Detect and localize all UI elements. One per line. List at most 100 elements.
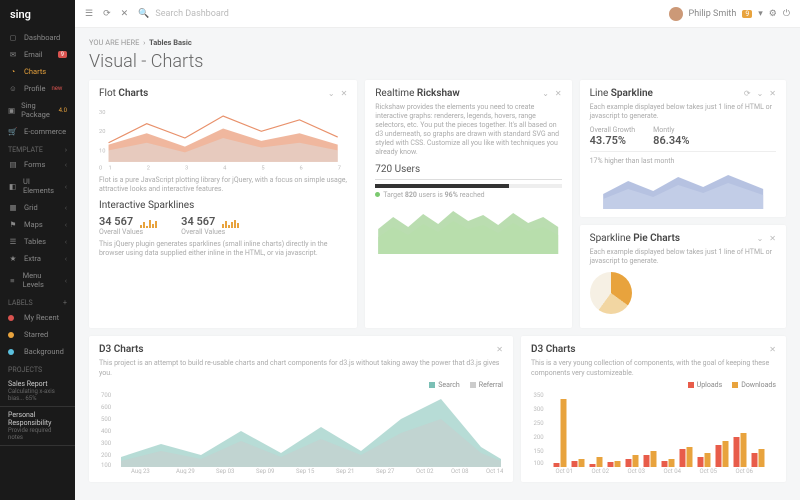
- label-background[interactable]: Background: [0, 343, 75, 360]
- chevron-icon: ‹: [65, 160, 67, 169]
- svg-text:Sep 15: Sep 15: [296, 468, 315, 474]
- svg-text:30: 30: [99, 110, 105, 116]
- svg-text:3: 3: [185, 166, 188, 172]
- sidebar-item-e-commerce[interactable]: 🛒E-commerce: [0, 123, 75, 140]
- svg-text:Aug 23: Aug 23: [131, 468, 150, 474]
- nav-section-labels: LABELS: [8, 299, 33, 307]
- progress-bar: [375, 184, 561, 188]
- svg-text:Oct 14: Oct 14: [486, 468, 503, 474]
- d3-left-card: D3 Charts✕ This project is an attempt to…: [89, 336, 513, 481]
- chevron-down-icon[interactable]: ▾: [758, 9, 763, 19]
- flot-chart: 3020100 1234567: [99, 103, 347, 173]
- avatar[interactable]: [669, 7, 683, 21]
- chevron-down-icon[interactable]: ⌄: [328, 89, 335, 98]
- chevron-icon: ‹: [65, 203, 67, 212]
- svg-text:200: 200: [534, 434, 545, 441]
- chevron-icon: ‹: [65, 254, 67, 263]
- add-icon[interactable]: +: [63, 299, 67, 307]
- refresh-icon[interactable]: ⟳: [744, 89, 751, 98]
- d3-area-chart: 700600500400300200100 Aug 23Aug 29Sep 03…: [99, 389, 503, 474]
- svg-text:Sep 03: Sep 03: [216, 468, 234, 474]
- pie-chart: [590, 272, 632, 314]
- svg-text:Oct 06: Oct 06: [736, 468, 754, 474]
- svg-text:200: 200: [101, 452, 112, 459]
- svg-text:1: 1: [109, 166, 112, 172]
- d3-bar-chart: 350300250200150100 Oct 01Oct 02Oct 03Oct…: [531, 389, 776, 474]
- svg-text:100: 100: [534, 460, 545, 467]
- breadcrumb: YOU ARE HERE › Tables Basic: [89, 38, 786, 47]
- svg-text:Oct 03: Oct 03: [628, 468, 645, 474]
- sidebar-item-profile[interactable]: ☺Profilenew: [0, 80, 75, 97]
- search-input[interactable]: Search Dashboard: [155, 9, 228, 19]
- page-title: Visual - Charts: [89, 51, 786, 72]
- project-item[interactable]: Sales ReportCalculating x-axis bias... 6…: [0, 376, 75, 407]
- refresh-icon[interactable]: ⟳: [103, 9, 111, 19]
- svg-text:0: 0: [99, 166, 102, 172]
- sidebar-item-charts[interactable]: ◔Charts: [0, 63, 75, 80]
- menu-icon[interactable]: ☰: [85, 9, 93, 19]
- close-icon[interactable]: ✕: [555, 89, 562, 98]
- chevron-down-icon[interactable]: ⌄: [757, 234, 764, 243]
- gear-icon[interactable]: ⚙: [769, 9, 777, 19]
- user-name[interactable]: Philip Smith: [689, 9, 737, 19]
- power-icon[interactable]: ⏻: [783, 9, 790, 19]
- collapse-icon[interactable]: ›: [65, 146, 67, 154]
- sidebar-item-forms[interactable]: ▤Forms‹: [0, 156, 75, 173]
- pie-card: Sparkline Pie Charts⌄✕ Each example disp…: [580, 225, 786, 328]
- svg-text:400: 400: [101, 428, 112, 435]
- svg-text:Oct 04: Oct 04: [664, 468, 682, 474]
- sidebar-item-ui-elements[interactable]: ◧UI Elements‹: [0, 173, 75, 199]
- close-icon[interactable]: ✕: [121, 9, 129, 19]
- user-badge: 9: [742, 10, 752, 18]
- close-icon[interactable]: ✕: [496, 345, 503, 354]
- sidebar-item-extra[interactable]: ★Extra‹: [0, 250, 75, 267]
- svg-text:350: 350: [534, 392, 545, 399]
- sidebar: sing ◻Dashboard✉Email9◔Charts☺Profilenew…: [0, 0, 75, 500]
- label-starred[interactable]: Starred: [0, 326, 75, 343]
- sidebar-item-dashboard[interactable]: ◻Dashboard: [0, 29, 75, 46]
- close-icon[interactable]: ✕: [769, 89, 776, 98]
- profile-icon: ☺: [8, 84, 18, 93]
- svg-text:10: 10: [99, 148, 105, 154]
- sparkline-1: [139, 215, 157, 228]
- sidebar-item-menu-levels[interactable]: ≡Menu Levels‹: [0, 267, 75, 293]
- sidebar-item-sing-package[interactable]: ▣Sing Package4.0: [0, 97, 75, 123]
- sidebar-item-maps[interactable]: ⚑Maps‹: [0, 216, 75, 233]
- topbar: ☰ ⟳ ✕ 🔍 Search Dashboard Philip Smith 9 …: [75, 0, 800, 28]
- svg-text:300: 300: [101, 440, 112, 447]
- svg-text:300: 300: [534, 406, 545, 413]
- svg-text:150: 150: [534, 448, 545, 455]
- sidebar-item-grid[interactable]: ▦Grid‹: [0, 199, 75, 216]
- sidebar-item-email[interactable]: ✉Email9: [0, 46, 75, 63]
- svg-text:20: 20: [99, 129, 105, 135]
- close-icon[interactable]: ✕: [769, 234, 776, 243]
- sidebar-item-tables[interactable]: ☰Tables‹: [0, 233, 75, 250]
- svg-text:Oct 08: Oct 08: [451, 468, 469, 474]
- chevron-down-icon[interactable]: ⌄: [542, 89, 549, 98]
- label-my-recent[interactable]: My Recent: [0, 309, 75, 326]
- svg-text:Oct 02: Oct 02: [416, 468, 434, 474]
- close-icon[interactable]: ✕: [341, 89, 348, 98]
- svg-text:7: 7: [338, 166, 341, 172]
- nav-section-projects: PROJECTS: [8, 366, 42, 374]
- sparkline-2: [221, 215, 239, 228]
- project-item[interactable]: Personal ResponsibilityProvide required …: [0, 407, 75, 446]
- users-count: 720 Users: [375, 164, 561, 180]
- svg-text:100: 100: [101, 462, 112, 469]
- rickshaw-chart: [375, 199, 561, 254]
- brand: sing: [0, 0, 75, 29]
- e-commerce-icon: 🛒: [8, 127, 18, 136]
- nav-section-template: TEMPLATE: [8, 146, 43, 154]
- d3-right-card: D3 Charts✕ This is a very young collecti…: [521, 336, 786, 481]
- svg-text:2: 2: [147, 166, 150, 172]
- sing package-icon: ▣: [8, 106, 15, 115]
- chevron-down-icon[interactable]: ⌄: [757, 89, 764, 98]
- search-icon[interactable]: 🔍: [138, 9, 149, 19]
- svg-text:600: 600: [101, 404, 112, 411]
- line-sparkline-card: Line Sparkline⟳⌄✕ Each example displayed…: [580, 80, 786, 217]
- close-icon[interactable]: ✕: [769, 345, 776, 354]
- charts-icon: ◔: [8, 67, 18, 76]
- svg-text:Oct 02: Oct 02: [592, 468, 610, 474]
- chevron-icon: ‹: [65, 237, 67, 246]
- sparklines-title: Interactive Sparklines: [99, 200, 347, 211]
